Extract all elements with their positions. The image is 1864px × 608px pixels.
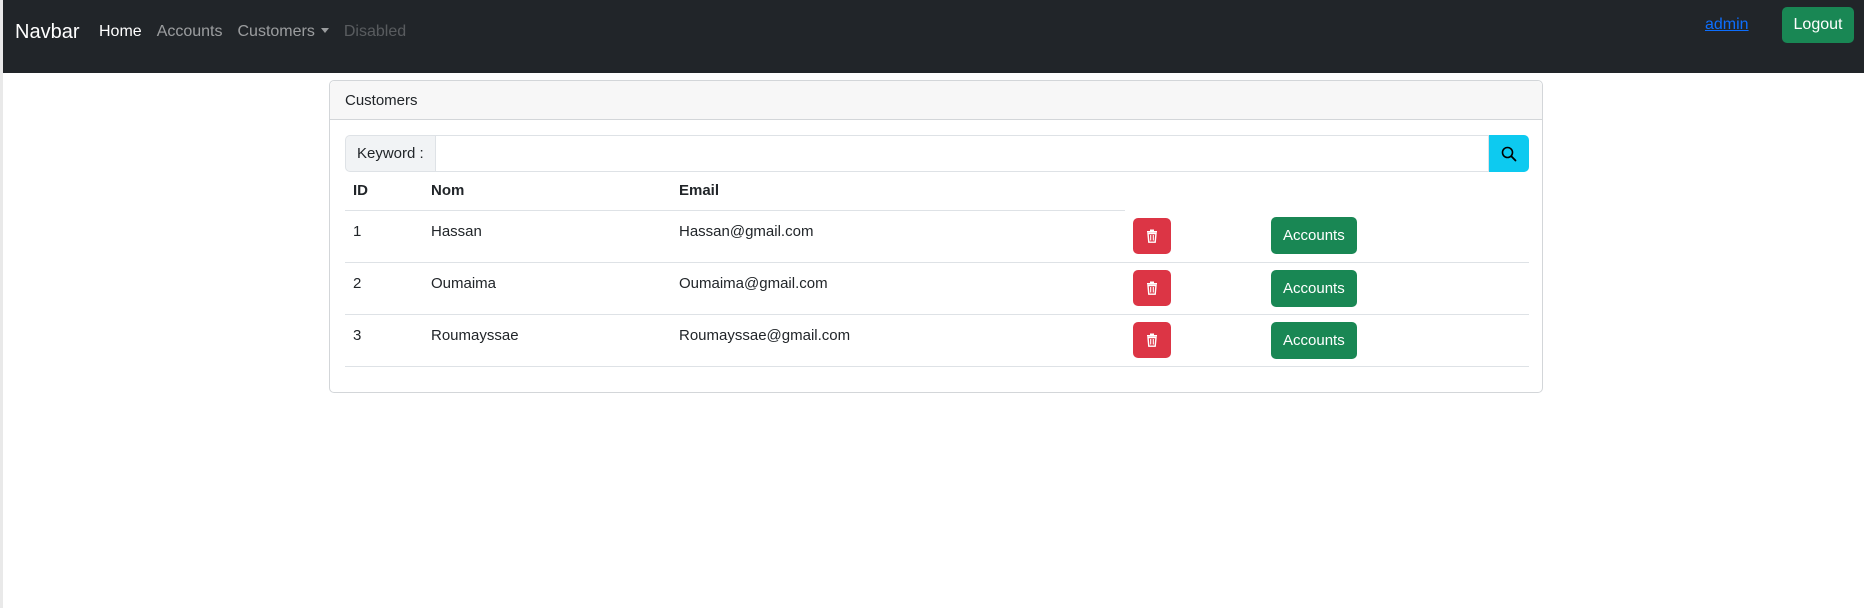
- user-admin-link[interactable]: admin: [1705, 16, 1749, 34]
- column-header-nom: Nom: [423, 172, 671, 211]
- card-title: Customers: [330, 81, 1542, 120]
- delete-button[interactable]: [1133, 217, 1171, 254]
- cell-email: Roumayssae@gmail.com: [671, 314, 1125, 367]
- keyword-input[interactable]: [434, 135, 1489, 172]
- cell-id: 3: [345, 314, 423, 367]
- accounts-button[interactable]: Accounts: [1271, 217, 1357, 255]
- navbar-brand[interactable]: Navbar: [15, 20, 79, 44]
- cell-id: 2: [345, 262, 423, 315]
- table-row: 1 Hassan Hassan@gmail.com Accounts: [345, 210, 1529, 263]
- search-group: Keyword :: [345, 135, 1529, 172]
- accounts-button[interactable]: Accounts: [1271, 321, 1357, 359]
- caret-down-icon: [320, 28, 329, 34]
- trash-icon: [1147, 333, 1157, 347]
- cell-accounts: Accounts: [1263, 262, 1529, 315]
- logout-button[interactable]: Logout: [1782, 7, 1854, 43]
- cell-nom: Roumayssae: [423, 314, 671, 367]
- table-header-row: ID Nom Email: [345, 172, 1529, 211]
- top-navbar: Navbar Home Accounts Customers Disabled …: [3, 0, 1864, 73]
- search-icon: [1501, 146, 1517, 161]
- cell-accounts: Accounts: [1263, 314, 1529, 367]
- cell-delete: [1125, 210, 1263, 263]
- keyword-label: Keyword :: [345, 135, 435, 172]
- column-header-id: ID: [345, 172, 423, 211]
- cell-nom: Oumaima: [423, 262, 671, 315]
- cell-nom: Hassan: [423, 210, 671, 263]
- accounts-button[interactable]: Accounts: [1271, 269, 1357, 307]
- search-button[interactable]: [1489, 135, 1529, 172]
- cell-accounts: Accounts: [1263, 210, 1529, 263]
- table-row: 2 Oumaima Oumaima@gmail.com Accounts: [345, 262, 1529, 315]
- nav-customers-label: Customers: [237, 23, 315, 40]
- app-frame: Navbar Home Accounts Customers Disabled …: [0, 0, 1864, 608]
- column-header-email: Email: [671, 172, 1125, 211]
- delete-button[interactable]: [1133, 322, 1171, 358]
- nav-customers-dropdown[interactable]: Customers: [238, 22, 329, 42]
- cell-delete: [1125, 314, 1263, 367]
- delete-button[interactable]: [1133, 270, 1171, 306]
- customers-table: ID Nom Email 1 Hassan Hassan@gmail.com A…: [345, 172, 1529, 367]
- table-row: 3 Roumayssae Roumayssae@gmail.com Accoun…: [345, 314, 1529, 367]
- nav-accounts-link[interactable]: Accounts: [157, 22, 223, 42]
- cell-email: Hassan@gmail.com: [671, 210, 1125, 263]
- nav-links: Home Accounts Customers Disabled: [99, 22, 421, 42]
- cell-delete: [1125, 262, 1263, 315]
- cell-id: 1: [345, 210, 423, 263]
- column-header-accounts: [1263, 172, 1529, 210]
- cell-email: Oumaima@gmail.com: [671, 262, 1125, 315]
- column-header-delete: [1125, 172, 1263, 210]
- trash-icon: [1147, 281, 1157, 295]
- nav-disabled-link: Disabled: [343, 23, 407, 40]
- nav-home-link[interactable]: Home: [99, 22, 142, 42]
- customers-card: Customers Keyword : ID Nom Email 1 Hassa…: [329, 80, 1543, 393]
- trash-icon: [1147, 229, 1157, 243]
